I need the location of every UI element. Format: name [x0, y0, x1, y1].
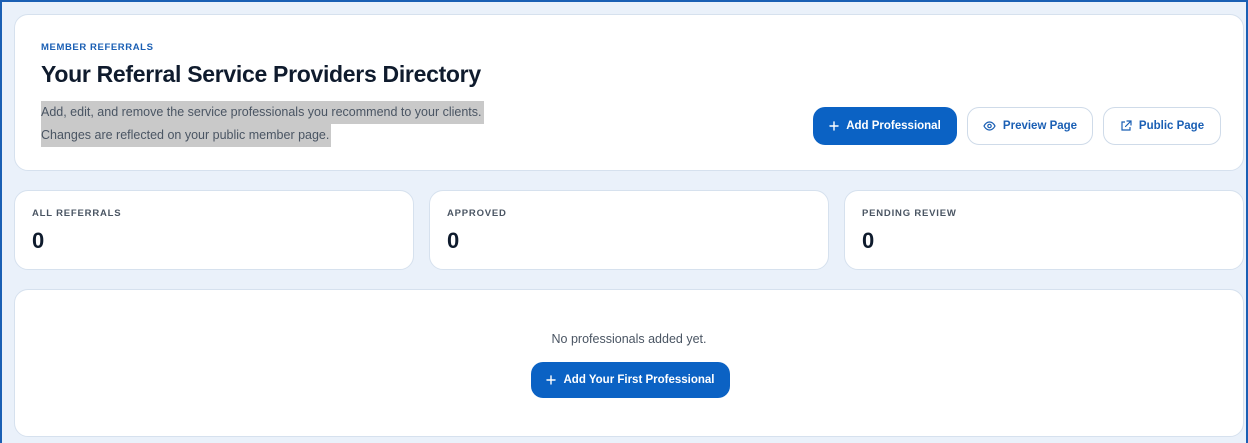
preview-page-label: Preview Page	[1002, 120, 1078, 132]
add-professional-label: Add Professional	[846, 120, 941, 132]
section-eyebrow: MEMBER REFERRALS	[41, 42, 154, 53]
page-title: Your Referral Service Providers Director…	[41, 61, 481, 87]
plus-icon	[546, 375, 557, 385]
page-description: Add, edit, and remove the service profes…	[41, 101, 484, 147]
empty-state-message: No professionals added yet.	[551, 332, 707, 346]
empty-state-card: No professionals added yet. Add Your Fir…	[14, 289, 1244, 437]
add-first-professional-label: Add Your First Professional	[563, 374, 715, 386]
stat-label: ALL REFERRALS	[32, 208, 122, 219]
stat-value: 0	[862, 228, 875, 253]
add-first-professional-button[interactable]: Add Your First Professional	[531, 362, 730, 398]
description-line-2: Changes are reflected on your public mem…	[41, 124, 332, 147]
description-line-1: Add, edit, and remove the service profes…	[41, 101, 484, 124]
preview-page-button[interactable]: Preview Page	[967, 107, 1093, 145]
add-professional-button[interactable]: Add Professional	[813, 107, 957, 145]
external-link-icon	[1120, 120, 1132, 132]
stat-label: PENDING REVIEW	[862, 208, 957, 219]
stat-card-approved: APPROVED 0	[429, 190, 829, 270]
public-page-button[interactable]: Public Page	[1103, 107, 1221, 145]
stat-value: 0	[447, 228, 460, 253]
plus-icon	[829, 121, 839, 131]
stat-card-all-referrals: ALL REFERRALS 0	[14, 190, 414, 270]
header-card: MEMBER REFERRALS Your Referral Service P…	[14, 14, 1244, 171]
stat-label: APPROVED	[447, 208, 507, 219]
public-page-label: Public Page	[1138, 120, 1205, 132]
stat-card-pending-review: PENDING REVIEW 0	[844, 190, 1244, 270]
stat-value: 0	[32, 228, 45, 253]
eye-icon	[983, 121, 996, 131]
